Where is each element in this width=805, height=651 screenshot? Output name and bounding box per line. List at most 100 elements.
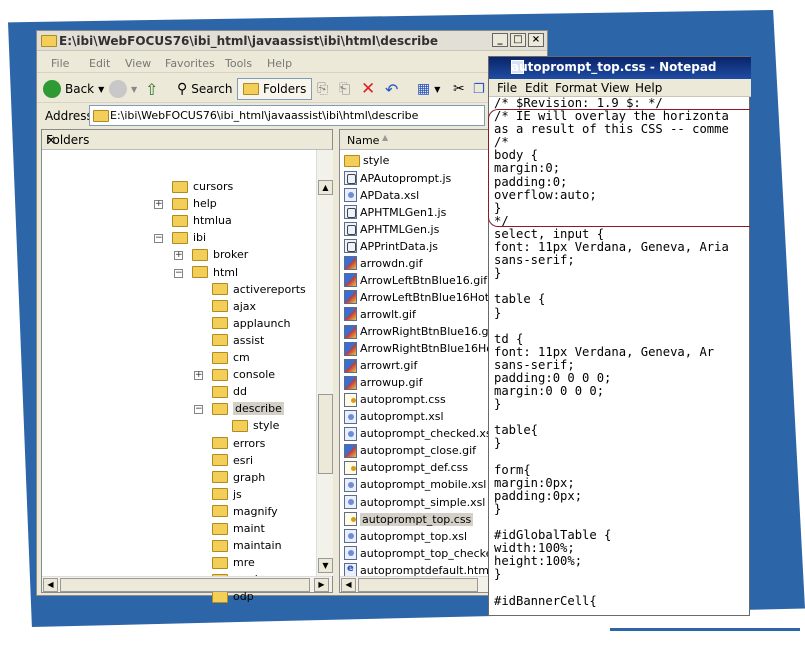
np-menu-format[interactable]: Format: [555, 81, 597, 95]
tree-expander[interactable]: −: [194, 405, 203, 415]
scroll-left-arrow-icon[interactable]: ◀: [341, 578, 356, 592]
np-menu-help[interactable]: Help: [635, 81, 662, 95]
tree-expander[interactable]: +: [174, 251, 183, 261]
tree-item[interactable]: htmlua: [172, 214, 232, 227]
tree-item[interactable]: odp: [212, 590, 254, 603]
file-item[interactable]: autoprompt_top.css: [344, 512, 474, 527]
menu-edit[interactable]: Edit: [89, 57, 110, 70]
file-item[interactable]: ArrowLeftBtnBlue16.gif: [344, 273, 487, 288]
name-column-header[interactable]: Name: [347, 134, 379, 147]
folders-horizontal-scrollbar[interactable]: ◀ ▶: [42, 576, 332, 592]
file-item[interactable]: APAutoprompt.js: [344, 171, 451, 186]
scroll-thumb[interactable]: [318, 394, 333, 474]
tree-item[interactable]: applaunch: [212, 317, 290, 330]
tree-item[interactable]: describe: [212, 402, 284, 416]
file-item[interactable]: arrowdn.gif: [344, 256, 422, 271]
file-item[interactable]: ArrowRightBtnBlue16Hot.: [344, 341, 501, 356]
tree-item[interactable]: html: [192, 266, 238, 279]
file-item[interactable]: arrowup.gif: [344, 375, 422, 390]
cut-button[interactable]: ✂: [453, 78, 465, 100]
copy-button[interactable]: ❐: [473, 78, 485, 100]
file-item[interactable]: APData.xsl: [344, 188, 419, 203]
file-item[interactable]: autoprompt_mobile.xsl: [344, 477, 486, 492]
tree-item[interactable]: activereports: [212, 283, 306, 296]
file-item[interactable]: APHTMLGen1.js: [344, 205, 446, 220]
file-name: APPrintData.js: [360, 239, 439, 253]
file-item[interactable]: autoprompt_top_checked: [344, 546, 499, 561]
tree-item[interactable]: errors: [212, 437, 265, 450]
address-input[interactable]: E:\ibi\WebFOCUS76\ibi_html\javaassist\ib…: [89, 105, 485, 126]
maximize-button[interactable]: □: [510, 33, 526, 47]
np-menu-view[interactable]: View: [601, 81, 629, 95]
tree-item[interactable]: style: [232, 419, 279, 432]
file-item[interactable]: autoprompt_top.xsl: [344, 529, 467, 544]
close-button[interactable]: ×: [528, 33, 544, 47]
search-button[interactable]: ⚲ Search: [177, 78, 233, 100]
scroll-thumb[interactable]: [60, 578, 310, 592]
tree-expander[interactable]: +: [194, 371, 203, 381]
tree-item[interactable]: ajax: [212, 300, 256, 313]
tree-item[interactable]: js: [212, 488, 242, 501]
up-folder-button[interactable]: ⇧: [145, 78, 158, 100]
file-item[interactable]: autoprompt.css: [344, 392, 446, 407]
minimize-button[interactable]: _: [492, 33, 508, 47]
menu-file[interactable]: File: [51, 57, 69, 70]
file-item[interactable]: ArrowRightBtnBlue16.gif: [344, 324, 495, 339]
file-item[interactable]: autoprompt_close.gif: [344, 443, 476, 458]
file-item[interactable]: arrowrt.gif: [344, 358, 417, 373]
close-icon[interactable]: ×: [46, 133, 327, 147]
tree-item[interactable]: console: [212, 368, 275, 381]
tree-expander[interactable]: −: [154, 234, 163, 244]
tree-item[interactable]: magnify: [212, 505, 278, 518]
tree-item[interactable]: cursors: [172, 180, 233, 193]
folders-icon: [243, 83, 259, 95]
file-item[interactable]: style: [344, 154, 389, 167]
file-item[interactable]: APHTMLGen.js: [344, 222, 439, 237]
notepad-text-area[interactable]: /* $Revision: 1.9 $: *//* IE will overla…: [494, 97, 749, 615]
file-item[interactable]: autoprompt_def.css: [344, 460, 468, 475]
views-button[interactable]: ▦ ▼: [417, 78, 440, 100]
scroll-left-arrow-icon[interactable]: ◀: [43, 578, 58, 592]
back-button[interactable]: Back ▼: [43, 78, 104, 100]
tree-item[interactable]: esri: [212, 454, 253, 467]
file-item[interactable]: APPrintData.js: [344, 239, 439, 254]
delete-button[interactable]: ✕: [361, 78, 375, 100]
forward-button[interactable]: ▼: [109, 78, 137, 100]
tree-item[interactable]: dd: [212, 385, 247, 398]
file-item[interactable]: ArrowLeftBtnBlue16Hot.g: [344, 290, 500, 305]
tree-item[interactable]: maint: [212, 522, 265, 535]
tree-expander[interactable]: +: [154, 200, 163, 210]
folders-vertical-scrollbar[interactable]: ▲ ▼: [316, 150, 333, 576]
notepad-title-bar[interactable]: autoprompt_top.css - Notepad: [489, 57, 751, 79]
np-menu-file[interactable]: File: [497, 81, 517, 95]
tree-item[interactable]: maintain: [212, 539, 282, 552]
file-item[interactable]: autoprompt.xsl: [344, 409, 444, 424]
explorer-window: E:\ibi\WebFOCUS76\ibi_html\javaassist\ib…: [36, 30, 548, 603]
tree-item[interactable]: mre: [212, 556, 255, 569]
scroll-thumb[interactable]: [358, 578, 478, 592]
explorer-title-bar[interactable]: E:\ibi\WebFOCUS76\ibi_html\javaassist\ib…: [37, 31, 547, 51]
file-item[interactable]: autoprompt_checked.xsl: [344, 426, 495, 441]
tree-item[interactable]: graph: [212, 471, 265, 484]
scroll-right-arrow-icon[interactable]: ▶: [314, 578, 329, 592]
menu-view[interactable]: View: [125, 57, 151, 70]
copy-to-button[interactable]: ⎗: [339, 78, 350, 100]
file-item[interactable]: autoprompt_simple.xsl: [344, 495, 485, 509]
menu-help[interactable]: Help: [267, 57, 292, 70]
scroll-up-arrow-icon[interactable]: ▲: [318, 180, 333, 195]
tree-item[interactable]: broker: [192, 248, 248, 261]
tree-item[interactable]: ibi: [172, 231, 206, 244]
tree-item[interactable]: help: [172, 197, 217, 210]
tree-item[interactable]: assist: [212, 334, 264, 347]
menu-tools[interactable]: Tools: [225, 57, 252, 70]
tree-item[interactable]: cm: [212, 351, 250, 364]
menu-favorites[interactable]: Favorites: [165, 57, 215, 70]
tree-expander[interactable]: −: [174, 268, 183, 278]
folders-button[interactable]: Folders: [237, 78, 313, 100]
text-line: overflow:auto;: [494, 187, 597, 202]
np-menu-edit[interactable]: Edit: [525, 81, 548, 95]
file-item[interactable]: arrowlt.gif: [344, 307, 416, 322]
undo-button[interactable]: ↶: [385, 78, 398, 100]
scroll-down-arrow-icon[interactable]: ▼: [318, 558, 333, 573]
move-to-button[interactable]: ⎘: [317, 78, 328, 100]
